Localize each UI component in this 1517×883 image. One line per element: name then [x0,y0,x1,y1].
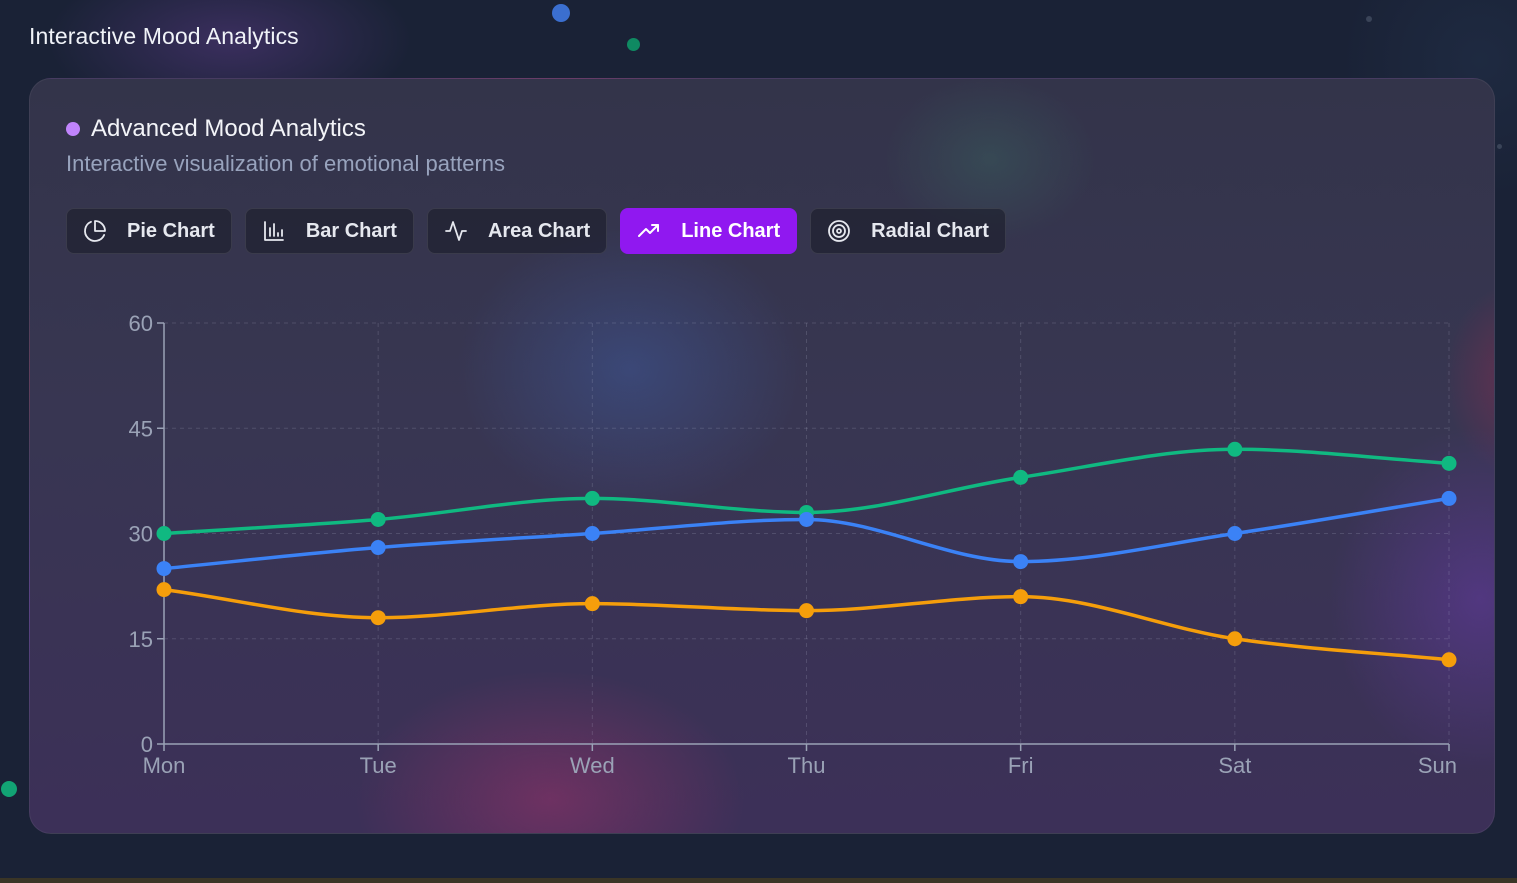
data-point [1227,526,1243,541]
series-line [162,587,1451,662]
background-dot [1,781,17,797]
data-point [1013,554,1029,570]
data-point [156,582,172,598]
page-title: Interactive Mood Analytics [29,23,299,49]
x-tick-label: Wed [570,753,615,778]
x-tick-label: Fri [1008,753,1034,778]
mood-analytics-card: Advanced Mood Analytics Interactive visu… [29,78,1495,834]
x-tick-label: Thu [788,753,826,778]
data-point [799,603,814,619]
background-dot [1497,144,1502,149]
y-tick-label: 15 [129,627,153,652]
x-tick-label: Sat [1218,753,1251,778]
y-tick-label: 30 [129,522,153,547]
line-chart: 015304560Mon Tue Wed Thu Fri Sat Sun [129,311,1457,778]
background-dot [627,38,640,51]
data-point [584,596,600,612]
data-point [584,490,600,506]
data-point [156,526,172,541]
bottom-strip [0,878,1517,883]
data-point [370,610,386,626]
y-tick-label: 60 [129,311,153,336]
grid-lines [164,322,1450,744]
x-tick-label: Sun [1418,753,1457,778]
data-point [1013,469,1029,485]
data-point [1013,589,1029,605]
chart-axes: 015304560Mon Tue Wed Thu Fri Sat Sun [129,311,1457,778]
data-point [1441,652,1457,668]
background-dot [1366,16,1372,22]
data-point [370,511,386,527]
data-point [370,540,386,556]
data-point [1227,631,1243,647]
data-point [584,526,600,541]
data-point [1441,490,1457,506]
background-dot [552,4,570,22]
data-point [799,511,814,527]
data-point [156,561,172,577]
data-point [1441,455,1457,471]
x-tick-label: Tue [360,753,397,778]
x-tick-label: Mon [143,753,186,778]
y-tick-label: 45 [129,416,153,441]
data-point [1227,441,1243,457]
